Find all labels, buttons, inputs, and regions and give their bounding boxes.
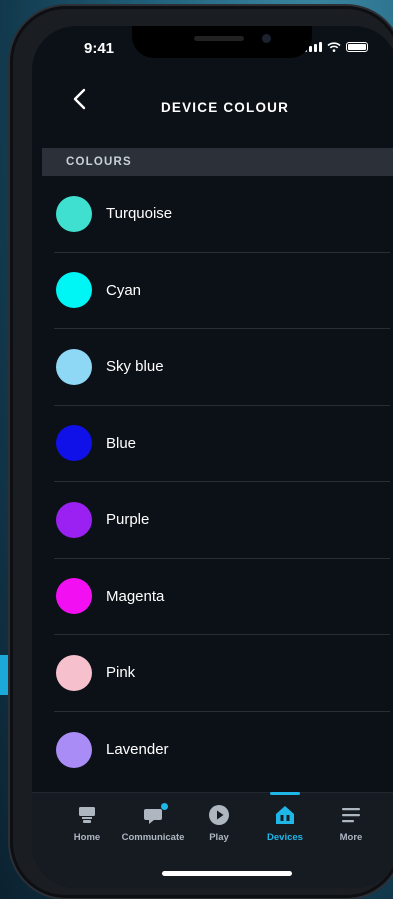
color-label: Blue (106, 434, 137, 452)
devices-house-icon (273, 803, 297, 827)
nav-label: Communicate (121, 832, 185, 843)
header: DEVICE COLOUR (32, 76, 393, 136)
color-option-purple[interactable]: Purple (54, 482, 390, 559)
page-title: DEVICE COLOUR (160, 100, 290, 115)
wifi-icon (327, 42, 341, 52)
menu-lines-icon (339, 803, 363, 827)
color-option-pink[interactable]: Pink (54, 635, 390, 712)
nav-items: Home Communicate Play Devices More (32, 792, 393, 843)
color-option-sky-blue[interactable]: Sky blue (54, 329, 390, 406)
color-label: Sky blue (106, 358, 164, 376)
home-icon (75, 803, 99, 827)
front-camera (262, 34, 271, 43)
color-option-blue[interactable]: Blue (54, 406, 390, 482)
color-swatch (56, 654, 92, 691)
nav-item-home[interactable]: Home (54, 803, 120, 843)
color-label: Lavender (106, 741, 169, 759)
color-swatch (56, 348, 92, 385)
status-icons (304, 42, 368, 52)
color-swatch (56, 578, 92, 615)
notification-dot (161, 803, 168, 810)
color-swatch (56, 731, 92, 768)
nav-item-communicate[interactable]: Communicate (120, 803, 186, 843)
color-swatch (56, 272, 92, 309)
nav-item-more[interactable]: More (318, 803, 384, 843)
play-icon (207, 803, 231, 827)
device-notch (132, 26, 312, 58)
color-option-cyan[interactable]: Cyan (54, 253, 390, 329)
nav-label: Play (209, 832, 229, 843)
color-label: Magenta (106, 587, 165, 605)
app-screen: 9:41 DEVICE COLOUR COLOURS Turquoise Cya… (32, 26, 393, 888)
color-option-magenta[interactable]: Magenta (54, 559, 390, 635)
color-list: Turquoise Cyan Sky blue Blue Purple Magenta Pi… (54, 176, 390, 788)
color-label: Cyan (106, 281, 142, 299)
nav-item-devices[interactable]: Devices (252, 792, 318, 843)
status-time: 9:41 (84, 40, 115, 57)
nav-label: Home (73, 832, 101, 843)
phone-frame: 9:41 DEVICE COLOUR COLOURS Turquoise Cya… (10, 6, 393, 898)
color-label: Purple (106, 511, 150, 529)
color-swatch (56, 501, 92, 538)
color-swatch (56, 425, 92, 462)
color-swatch (56, 195, 92, 232)
color-label: Turquoise (106, 205, 173, 223)
home-indicator (162, 871, 292, 876)
nav-label: Devices (267, 832, 303, 843)
section-header-colours: COLOURS (42, 148, 393, 176)
speaker-grille (194, 36, 244, 41)
nav-item-play[interactable]: Play (186, 803, 252, 843)
battery-icon (346, 42, 368, 52)
color-label: Pink (106, 664, 136, 682)
color-option-turquoise[interactable]: Turquoise (54, 176, 390, 253)
bottom-nav: Home Communicate Play Devices More (32, 792, 393, 888)
nav-label: More (339, 832, 363, 843)
color-option-lavender[interactable]: Lavender (54, 712, 390, 789)
